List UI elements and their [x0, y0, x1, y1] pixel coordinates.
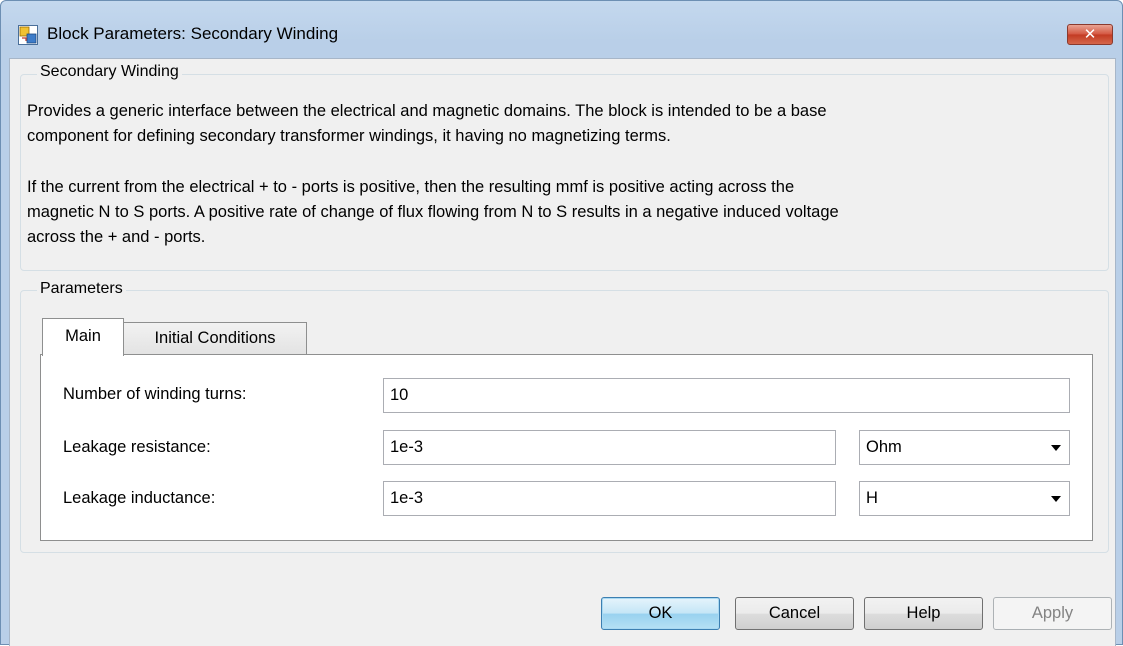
winding-turns-label: Number of winding turns: — [63, 385, 247, 403]
dialog-window: Block Parameters: Secondary Winding ✕ Se… — [0, 0, 1123, 646]
winding-turns-input[interactable]: 10 — [383, 378, 1070, 413]
window-title: Block Parameters: Secondary Winding — [47, 24, 339, 43]
leakage-inductance-unit-select[interactable]: H — [859, 481, 1070, 516]
title-bar[interactable]: Block Parameters: Secondary Winding ✕ — [1, 1, 1122, 61]
close-icon: ✕ — [1083, 26, 1097, 43]
tab-main[interactable]: Main — [42, 318, 124, 356]
tab-initial-conditions[interactable]: Initial Conditions — [123, 322, 307, 355]
cancel-button[interactable]: Cancel — [735, 597, 854, 630]
simulink-block-icon — [18, 25, 38, 45]
leakage-resistance-label: Leakage resistance: — [63, 438, 211, 456]
leakage-resistance-unit-select[interactable]: Ohm — [859, 430, 1070, 465]
description-paragraph-1: Provides a generic interface between the… — [27, 102, 827, 145]
help-button[interactable]: Help — [864, 597, 983, 630]
leakage-inductance-unit-value: H — [866, 489, 878, 507]
close-button[interactable]: ✕ — [1067, 24, 1113, 45]
leakage-resistance-unit-value: Ohm — [866, 438, 902, 456]
description-group-title: Secondary Winding — [37, 63, 182, 81]
apply-button[interactable]: Apply — [993, 597, 1112, 630]
leakage-inductance-label: Leakage inductance: — [63, 489, 216, 507]
ok-button[interactable]: OK — [601, 597, 720, 630]
chevron-down-icon — [1051, 445, 1061, 451]
leakage-inductance-input[interactable]: 1e-3 — [383, 481, 836, 516]
chevron-down-icon — [1051, 496, 1061, 502]
parameters-group-title: Parameters — [37, 280, 126, 298]
description-paragraph-2: If the current from the electrical + to … — [27, 178, 839, 246]
leakage-resistance-input[interactable]: 1e-3 — [383, 430, 836, 465]
